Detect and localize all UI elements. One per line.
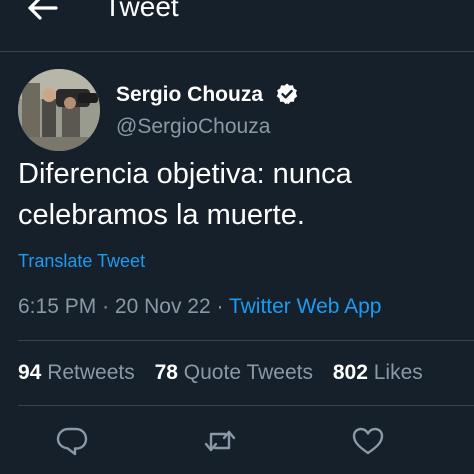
top-bar: Tweet — [0, 0, 474, 50]
tweet-meta: 6:15 PM · 20 Nov 22 · Twitter Web App — [18, 293, 381, 321]
back-button[interactable] — [22, 0, 62, 28]
retweets-label: Retweets — [47, 361, 135, 384]
tweet-text: Diferencia objetiva: nunca celebramos la… — [18, 154, 458, 236]
quote-tweets-stat[interactable]: 78 Quote Tweets — [155, 361, 319, 384]
like-icon — [352, 427, 384, 455]
arrow-left-icon — [28, 0, 58, 20]
likes-label: Likes — [373, 361, 423, 384]
tweet-text-line: Diferencia objetiva: nunca — [18, 158, 352, 190]
header-divider — [0, 51, 474, 52]
tweet-time[interactable]: 6:15 PM — [18, 295, 96, 318]
avatar-photo — [18, 69, 100, 151]
meta-separator: · — [102, 295, 110, 318]
retweets-stat[interactable]: 94 Retweets — [18, 361, 141, 384]
translate-tweet-link[interactable]: Translate Tweet — [18, 249, 145, 273]
author-handle[interactable]: @SergioChouza — [116, 114, 270, 140]
tweet-text-line: celebramos la muerte. — [18, 199, 305, 231]
retweets-count: 94 — [18, 361, 42, 384]
likes-stat[interactable]: 802 Likes — [333, 361, 423, 384]
stats-top-divider — [18, 340, 474, 341]
page-title: Tweet — [104, 0, 179, 22]
avatar[interactable] — [18, 69, 100, 151]
tweet-source-link[interactable]: Twitter Web App — [229, 295, 382, 318]
engagement-stats: 94 Retweets 78 Quote Tweets 802 Likes — [18, 359, 437, 387]
verified-badge-icon — [275, 82, 299, 106]
retweet-button[interactable] — [203, 424, 237, 458]
reply-button[interactable] — [55, 424, 89, 458]
like-button[interactable] — [351, 424, 385, 458]
reply-icon — [56, 427, 88, 456]
retweet-icon — [204, 430, 236, 452]
likes-count: 802 — [332, 361, 368, 384]
tweet-date[interactable]: 20 Nov 22 — [115, 295, 211, 318]
stats-bottom-divider — [18, 405, 474, 406]
meta-separator: · — [216, 295, 224, 318]
quote-tweets-count: 78 — [154, 361, 178, 384]
author-name[interactable]: Sergio Chouza — [116, 82, 263, 108]
quote-tweets-label: Quote Tweets — [183, 361, 313, 384]
